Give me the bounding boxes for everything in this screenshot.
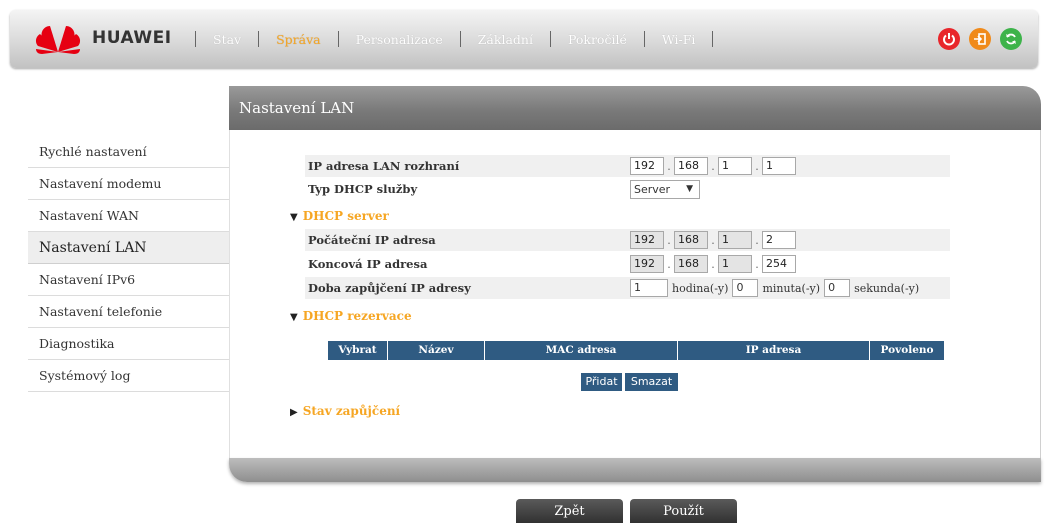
ip-dot: .: [711, 257, 715, 271]
refresh-icon[interactable]: [1000, 28, 1022, 50]
sidebar-item-nastaveni-wan[interactable]: Nastavení WAN: [28, 200, 230, 232]
lan-ip-octet-2[interactable]: 168: [674, 157, 708, 175]
dhcp-type-row: Typ DHCP služby Server ▼: [305, 178, 950, 200]
lan-ip-label: IP adresa LAN rozhraní: [308, 159, 460, 173]
lease-seconds-unit: sekunda(-y): [854, 281, 920, 295]
ip-dot: .: [667, 257, 671, 271]
column-header-ip: IP adresa: [678, 341, 870, 360]
end-ip-octet-3: 1: [718, 255, 752, 273]
lease-status-section[interactable]: ▶ Stav zapůjčení: [290, 404, 400, 418]
column-header-nazev: Název: [388, 341, 485, 360]
dhcp-type-value: Server ▼: [630, 179, 700, 199]
chevron-down-icon: ▼: [686, 183, 693, 194]
column-header-vybrat: Vybrat: [328, 341, 388, 360]
nav-item-stav[interactable]: Stav: [196, 32, 258, 47]
huawei-logo: HUAWEI: [32, 22, 182, 56]
brand-name: HUAWEI: [92, 28, 172, 48]
lease-hours-unit: hodina(-y): [672, 281, 729, 295]
sidebar-item-nastaveni-ipv6[interactable]: Nastavení IPv6: [28, 264, 230, 296]
sidebar-item-diagnostika[interactable]: Diagnostika: [28, 328, 230, 360]
panel-footer: [229, 458, 1041, 482]
end-ip-octet-4[interactable]: 254: [762, 255, 796, 273]
dhcp-type-selected: Server: [634, 182, 671, 196]
sidebar-item-systemovy-log[interactable]: Systémový log: [28, 360, 230, 392]
lease-time-row: Doba zapůjčení IP adresy 1 hodina(-y) 0 …: [305, 277, 950, 299]
lan-ip-value: 192 . 168 . 1 . 1: [630, 156, 796, 176]
lease-minutes-input[interactable]: 0: [732, 279, 759, 297]
dhcp-server-section[interactable]: ▼ DHCP server: [290, 209, 389, 223]
power-icon[interactable]: [938, 28, 960, 50]
sidebar-item-nastaveni-lan[interactable]: Nastavení LAN: [28, 232, 230, 264]
column-header-mac: MAC adresa: [485, 341, 678, 360]
nav-item-pokrocile[interactable]: Pokročilé: [551, 32, 644, 47]
start-ip-octet-3: 1: [718, 231, 752, 249]
end-ip-value: 192 . 168 . 1 . 254: [630, 254, 796, 274]
apply-button[interactable]: Použít: [630, 499, 737, 523]
ip-dot: .: [755, 159, 759, 173]
ip-dot: .: [711, 159, 715, 173]
start-ip-label: Počáteční IP adresa: [308, 233, 436, 247]
huawei-petals-icon: [35, 26, 81, 54]
ip-dot: .: [667, 233, 671, 247]
top-icons: [938, 28, 1022, 50]
lease-time-label: Doba zapůjčení IP adresy: [308, 281, 471, 295]
start-ip-row: Počáteční IP adresa 192 . 168 . 1 . 2: [305, 229, 950, 251]
nav-item-sprava[interactable]: Správa: [259, 32, 338, 47]
dhcp-server-title: DHCP server: [302, 209, 389, 223]
sidebar: Rychlé nastavení Nastavení modemu Nastav…: [28, 136, 230, 392]
end-ip-row: Koncová IP adresa 192 . 168 . 1 . 254: [305, 253, 950, 275]
triangle-down-icon: ▼: [290, 312, 298, 323]
ip-dot: .: [711, 233, 715, 247]
delete-reservation-button[interactable]: Smazat: [625, 373, 678, 391]
dhcp-type-label: Typ DHCP služby: [308, 182, 418, 196]
nav-separator: [712, 31, 714, 47]
sidebar-item-nastaveni-telefonie[interactable]: Nastavení telefonie: [28, 296, 230, 328]
lease-time-value: 1 hodina(-y) 0 minuta(-y) 0 sekunda(-y): [630, 278, 923, 298]
ip-dot: .: [667, 159, 671, 173]
dhcp-reservation-title: DHCP rezervace: [302, 309, 412, 323]
lan-ip-row: IP adresa LAN rozhraní 192 . 168 . 1 . 1: [305, 155, 950, 177]
add-reservation-button[interactable]: Přidat: [581, 373, 622, 391]
start-ip-octet-4[interactable]: 2: [762, 231, 796, 249]
lease-minutes-unit: minuta(-y): [762, 281, 821, 295]
lease-seconds-input[interactable]: 0: [824, 279, 851, 297]
ip-dot: .: [755, 257, 759, 271]
main-nav: Stav Správa Personalizace Základní Pokro…: [195, 10, 714, 68]
end-ip-octet-2: 168: [674, 255, 708, 273]
lan-ip-octet-3[interactable]: 1: [718, 157, 752, 175]
triangle-down-icon: ▼: [290, 212, 298, 223]
nav-item-wifi[interactable]: Wi-Fi: [645, 32, 713, 47]
dhcp-reservation-section[interactable]: ▼ DHCP rezervace: [290, 309, 412, 323]
start-ip-octet-1: 192: [630, 231, 664, 249]
sidebar-item-nastaveni-modemu[interactable]: Nastavení modemu: [28, 168, 230, 200]
sidebar-item-rychle-nastaveni[interactable]: Rychlé nastavení: [28, 136, 230, 168]
lan-ip-octet-1[interactable]: 192: [630, 157, 664, 175]
start-ip-value: 192 . 168 . 1 . 2: [630, 230, 796, 250]
ip-dot: .: [755, 233, 759, 247]
end-ip-octet-1: 192: [630, 255, 664, 273]
nav-item-personalizace[interactable]: Personalizace: [339, 32, 460, 47]
panel-body: IP adresa LAN rozhraní 192 . 168 . 1 . 1…: [229, 130, 1041, 460]
lan-ip-octet-4[interactable]: 1: [762, 157, 796, 175]
end-ip-label: Koncová IP adresa: [308, 257, 428, 271]
top-bar: HUAWEI Stav Správa Personalizace Základn…: [10, 10, 1038, 68]
nav-item-zakladni[interactable]: Základní: [461, 32, 550, 47]
column-header-povoleno: Povoleno: [880, 344, 934, 356]
lease-hours-input[interactable]: 1: [630, 279, 668, 297]
reservation-table-header: Vybrat Název MAC adresa IP adresa Povole…: [328, 341, 944, 360]
triangle-right-icon: ▶: [290, 407, 298, 418]
dhcp-type-select[interactable]: Server ▼: [630, 179, 700, 199]
lease-status-title: Stav zapůjčení: [302, 404, 401, 418]
panel-title: Nastavení LAN: [229, 86, 1041, 130]
logout-icon[interactable]: [969, 28, 991, 50]
start-ip-octet-2: 168: [674, 231, 708, 249]
back-button[interactable]: Zpět: [516, 499, 623, 523]
